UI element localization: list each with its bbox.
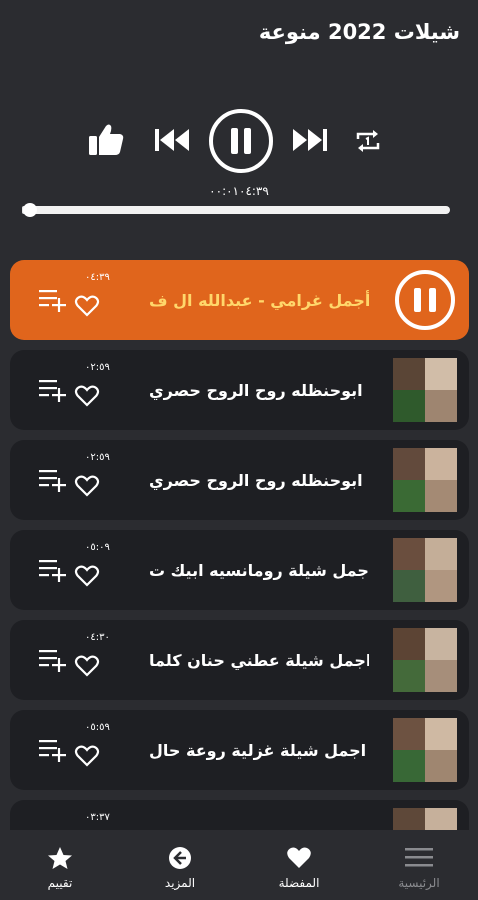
track-thumbnail <box>393 628 457 692</box>
track-row[interactable]: ابوحنظله روح الروح حصري ٠٢:٥٩ <box>10 440 469 520</box>
favorite-button[interactable] <box>74 384 100 408</box>
star-icon <box>48 847 72 869</box>
favorite-button[interactable] <box>74 744 100 768</box>
track-title <box>149 800 369 830</box>
player-controls <box>0 108 478 174</box>
heart-outline-icon <box>74 385 100 407</box>
track-list: أجمل غرامي - عبدالله ال ف ٠٤:٣٩ ابوحنظله ر… <box>0 260 478 830</box>
track-row[interactable]: ٠٣:٣٧ <box>10 800 469 830</box>
seek-bar[interactable] <box>22 203 450 217</box>
next-button[interactable] <box>288 124 330 156</box>
track-row[interactable]: اجمل شيلة عطني حنان كلما ٠٤:٣٠ <box>10 620 469 700</box>
playlist-add-icon <box>39 290 66 312</box>
track-thumbnail <box>393 358 457 422</box>
nav-rate[interactable]: تقييم <box>5 830 115 900</box>
playlist-add-icon <box>39 740 66 762</box>
nav-more-label: المزيد <box>164 876 196 890</box>
add-to-playlist-button[interactable] <box>38 288 68 316</box>
bottom-nav: الرئيسية المفضلة المزيد تقييم <box>0 830 478 900</box>
track-thumbnail <box>393 808 457 830</box>
track-duration: ٠٥:٥٩ <box>85 722 110 733</box>
track-thumbnail <box>393 718 457 782</box>
skip-previous-icon <box>155 129 189 151</box>
thumbs-up-icon <box>89 124 124 155</box>
heart-icon <box>287 847 311 868</box>
add-to-playlist-button[interactable] <box>38 558 68 586</box>
track-duration: ٠٤:٣٠ <box>85 632 110 643</box>
track-thumbnail <box>393 448 457 512</box>
track-duration: ٠٢:٥٩ <box>85 452 110 463</box>
add-to-playlist-button[interactable] <box>38 378 68 406</box>
time-readout: ٠٠:٠١٠٤:٣٩ <box>209 184 269 198</box>
nav-home-label: الرئيسية <box>398 876 440 890</box>
repeat-button[interactable] <box>350 126 386 156</box>
nav-rate-label: تقييم <box>47 876 73 890</box>
nav-more[interactable]: المزيد <box>125 830 235 900</box>
arrow-left-circle-icon <box>169 847 191 869</box>
heart-outline-icon <box>74 565 100 587</box>
pause-icon <box>209 109 273 173</box>
track-title: ابوحنظله روح الروح حصري <box>149 470 363 490</box>
heart-outline-icon <box>74 745 100 767</box>
track-title: اجمل شيلة عطني حنان كلما <box>149 650 369 670</box>
track-title: اجمل شيلة غزلية روعة حال <box>149 740 367 760</box>
track-row[interactable]: أجمل غرامي - عبدالله ال ف ٠٤:٣٩ <box>10 260 469 340</box>
track-row[interactable]: اجمل شيلة رومانسيه ابيك ت ٠٥:٠٩ <box>10 530 469 610</box>
seek-bar-thumb[interactable] <box>23 203 38 217</box>
track-title: اجمل شيلة رومانسيه ابيك ت <box>149 560 369 580</box>
track-duration: ٠٢:٥٩ <box>85 362 110 373</box>
playlist-add-icon <box>39 470 66 492</box>
add-to-playlist-button[interactable] <box>38 738 68 766</box>
track-duration: ٠٣:٣٧ <box>85 812 110 823</box>
heart-outline-icon <box>74 655 100 677</box>
track-row[interactable]: اجمل شيلة غزلية روعة حال ٠٥:٥٩ <box>10 710 469 790</box>
nav-favorites[interactable]: المفضلة <box>244 830 354 900</box>
nav-favorites-label: المفضلة <box>278 876 320 890</box>
favorite-button[interactable] <box>74 564 100 588</box>
nav-home[interactable]: الرئيسية <box>364 830 474 900</box>
playlist-add-icon <box>39 650 66 672</box>
heart-outline-icon <box>74 475 100 497</box>
track-thumbnail <box>393 538 457 602</box>
skip-next-icon <box>293 129 327 151</box>
favorite-button[interactable] <box>74 474 100 498</box>
page-title: شيلات 2022 منوعة <box>258 20 460 44</box>
track-title: أجمل غرامي - عبدالله ال ف <box>149 290 369 310</box>
play-pause-button[interactable] <box>208 108 274 174</box>
add-to-playlist-button[interactable] <box>38 468 68 496</box>
favorite-button[interactable] <box>74 294 100 318</box>
track-title: ابوحنظله روح الروح حصري <box>149 380 363 400</box>
track-row[interactable]: ابوحنظله روح الروح حصري ٠٢:٥٩ <box>10 350 469 430</box>
menu-icon <box>405 848 433 867</box>
like-button[interactable] <box>86 122 126 158</box>
repeat-one-icon <box>356 130 380 152</box>
add-to-playlist-button[interactable] <box>38 648 68 676</box>
heart-outline-icon <box>74 295 100 317</box>
track-duration: ٠٥:٠٩ <box>85 542 110 553</box>
favorite-button[interactable] <box>74 654 100 678</box>
header: شيلات 2022 منوعة <box>0 0 478 70</box>
track-pause-button[interactable] <box>395 270 455 330</box>
previous-button[interactable] <box>152 124 194 156</box>
playlist-add-icon <box>39 560 66 582</box>
track-duration: ٠٤:٣٩ <box>85 272 110 283</box>
playlist-add-icon <box>39 380 66 402</box>
